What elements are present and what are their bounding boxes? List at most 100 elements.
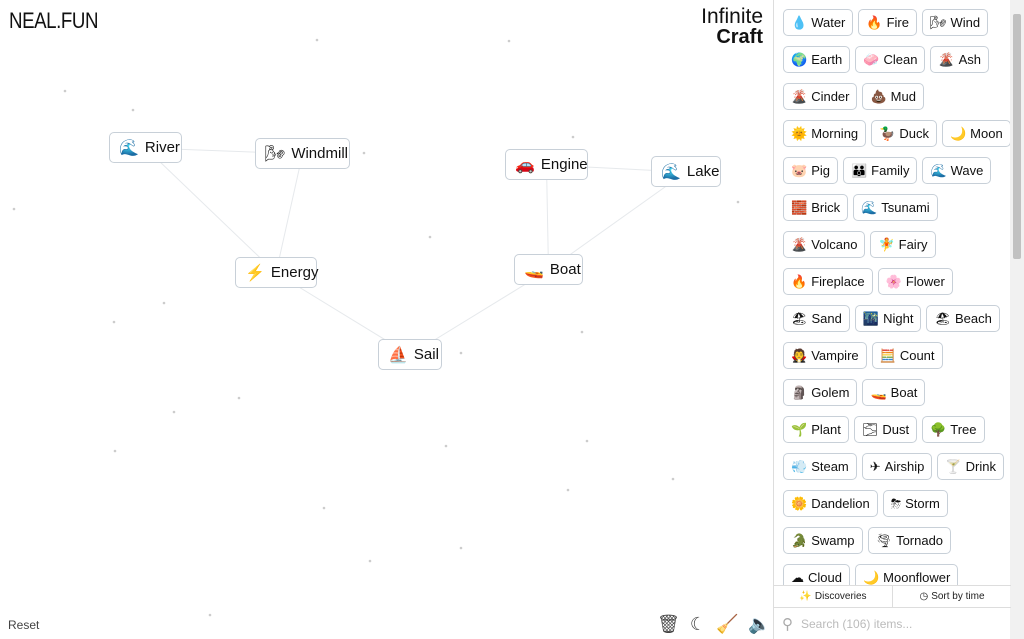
background-dot [172, 410, 176, 414]
title-line1: Infinite [701, 5, 763, 28]
sidebar-item-airship[interactable]: ✈ Airship [861, 453, 933, 480]
item-label: Moon [970, 126, 1003, 141]
element-label: Engine [540, 156, 588, 173]
canvas-element-lake[interactable]: 🌊 Lake [651, 156, 721, 187]
item-label: Earth [811, 52, 843, 67]
neal-fun-logo[interactable]: NEAL.FUN [9, 8, 99, 34]
sidebar-item-moonflower[interactable]: 🌙 Moonflower [854, 564, 959, 585]
discoveries-tab[interactable]: ✨ Discoveries [774, 586, 892, 607]
sidebar-item-fireplace[interactable]: 🔥 Fireplace [783, 268, 873, 295]
element-emoji-icon: 🌊 [661, 163, 681, 181]
sidebar-item-boat[interactable]: 🚤 Boat [862, 379, 926, 406]
sidebar-item-flower[interactable]: 🌸 Flower [877, 268, 953, 295]
sidebar-item-night[interactable]: 🌃 Night [854, 305, 922, 332]
sidebar-item-clean[interactable]: 🧼 Clean [855, 46, 926, 73]
sidebar-item-family[interactable]: 👪 Family [842, 157, 918, 184]
item-label: Tsunami [881, 200, 930, 215]
scrollbar[interactable] [1010, 0, 1024, 639]
discoveries-label: Discoveries [814, 591, 867, 602]
canvas-element-engine[interactable]: 🚗 Engine [505, 149, 588, 180]
background-dot [585, 439, 589, 443]
sidebar-item-earth[interactable]: 🌍 Earth [783, 46, 851, 73]
background-dot [459, 351, 463, 355]
sidebar-item-sand[interactable]: 🏖 Sand [783, 305, 850, 332]
sidebar-item-tsunami[interactable]: 🌊 Tsunami [853, 194, 938, 221]
canvas-element-windmill[interactable]: 🌬 Windmill [255, 138, 350, 169]
canvas-element-energy[interactable]: ⚡ Energy [235, 257, 318, 288]
item-emoji-icon: 🌍 [791, 51, 808, 67]
sidebar-item-plant[interactable]: 🌱 Plant [783, 416, 849, 443]
sidebar-item-moon[interactable]: 🌙 Moon [941, 120, 1011, 147]
sidebar-item-morning[interactable]: 🌞 Morning [783, 120, 867, 147]
canvas-element-sail[interactable]: ⛵ Sail [378, 339, 442, 370]
item-label: Golem [811, 385, 850, 400]
sidebar-item-beach[interactable]: 🏖 Beach [926, 305, 1000, 332]
item-label: Fire [886, 15, 909, 30]
item-emoji-icon: 🏖 [934, 310, 951, 326]
sidebar-item-brick[interactable]: 🧱 Brick [783, 194, 849, 221]
sidebar-item-tree[interactable]: 🌳 Tree [922, 416, 985, 443]
item-label: Plant [811, 422, 841, 437]
broom-icon[interactable]: 🧹 [716, 614, 738, 635]
sidebar-item-cloud[interactable]: ☁ Cloud [783, 564, 850, 585]
search-input[interactable] [801, 617, 991, 631]
element-label: Sail [413, 346, 439, 363]
sort-by-time-tab[interactable]: ◷ Sort by time [892, 586, 1011, 607]
background-dot [428, 235, 432, 239]
background-dot [736, 200, 740, 204]
sidebar-item-dust[interactable]: 🌫 Dust [853, 416, 918, 443]
moon-icon[interactable]: ☾ [690, 614, 706, 635]
canvas-element-river[interactable]: 🌊 River [109, 132, 182, 163]
reset-button[interactable]: Reset [8, 618, 39, 632]
element-emoji-icon: ⛵ [388, 346, 408, 364]
background-dot [444, 444, 448, 448]
element-emoji-icon: 🚗 [515, 156, 535, 174]
element-label: River [144, 139, 180, 156]
item-emoji-icon: 🧛 [791, 347, 808, 363]
item-label: Wind [950, 15, 981, 30]
sidebar-item-drink[interactable]: 🍸 Drink [937, 453, 1004, 480]
item-emoji-icon: 🔥 [866, 14, 883, 30]
element-emoji-icon: 🌊 [119, 139, 139, 157]
item-label: Cinder [811, 89, 850, 104]
element-label: Windmill [291, 145, 348, 162]
background-dot [580, 330, 584, 334]
sidebar-item-steam[interactable]: 💨 Steam [783, 453, 857, 480]
trash-icon[interactable]: 🗑 [657, 614, 680, 635]
background-dot [566, 488, 570, 492]
sidebar-item-fire[interactable]: 🔥 Fire [858, 9, 917, 36]
speaker-icon[interactable]: 🔈 [748, 614, 770, 635]
sidebar-item-swamp[interactable]: 🐊 Swamp [783, 527, 863, 554]
sidebar-item-dandelion[interactable]: 🌼 Dandelion [783, 490, 878, 517]
connection-lines [12, 38, 740, 617]
item-label: Tornado [896, 533, 944, 548]
item-label: Duck [899, 126, 929, 141]
canvas-element-boat[interactable]: 🚤 Boat [514, 254, 583, 285]
craft-canvas[interactable]: NEAL.FUN Infinite Craft 🌊 River 🌬 Windmill 🚗… [0, 0, 773, 639]
sidebar-item-duck[interactable]: 🦆 Duck [871, 120, 937, 147]
sidebar-item-wind[interactable]: 🌬 Wind [921, 9, 989, 36]
item-label: Dust [882, 422, 910, 437]
scrollbar-thumb[interactable] [1013, 14, 1021, 259]
sidebar-item-cinder[interactable]: 🌋 Cinder [783, 83, 858, 110]
background-dot [362, 151, 366, 155]
element-emoji-icon: 🚤 [524, 261, 544, 279]
sidebar-item-vampire[interactable]: 🧛 Vampire [783, 342, 867, 369]
sidebar-item-water[interactable]: 💧 Water [783, 9, 854, 36]
sidebar-item-mud[interactable]: 💩 Mud [862, 83, 924, 110]
sidebar-item-tornado[interactable]: 🌪 Tornado [867, 527, 952, 554]
background-dot [571, 135, 575, 139]
item-emoji-icon: 💧 [791, 14, 808, 30]
item-emoji-icon: 🌋 [938, 51, 955, 67]
background-dot [113, 449, 117, 453]
sidebar-item-pig[interactable]: 🐷 Pig [783, 157, 838, 184]
item-emoji-icon: 🚤 [870, 384, 887, 400]
sidebar-item-count[interactable]: 🧮 Count [871, 342, 943, 369]
connection-line [275, 153, 303, 274]
sidebar-item-storm[interactable]: ⛈ Storm [882, 490, 948, 517]
sidebar-item-wave[interactable]: 🌊 Wave [922, 157, 992, 184]
sidebar-item-fairy[interactable]: 🧚 Fairy [870, 231, 936, 258]
sidebar-item-golem[interactable]: 🗿 Golem [783, 379, 858, 406]
sidebar-item-ash[interactable]: 🌋 Ash [930, 46, 990, 73]
sidebar-item-volcano[interactable]: 🌋 Volcano [783, 231, 866, 258]
